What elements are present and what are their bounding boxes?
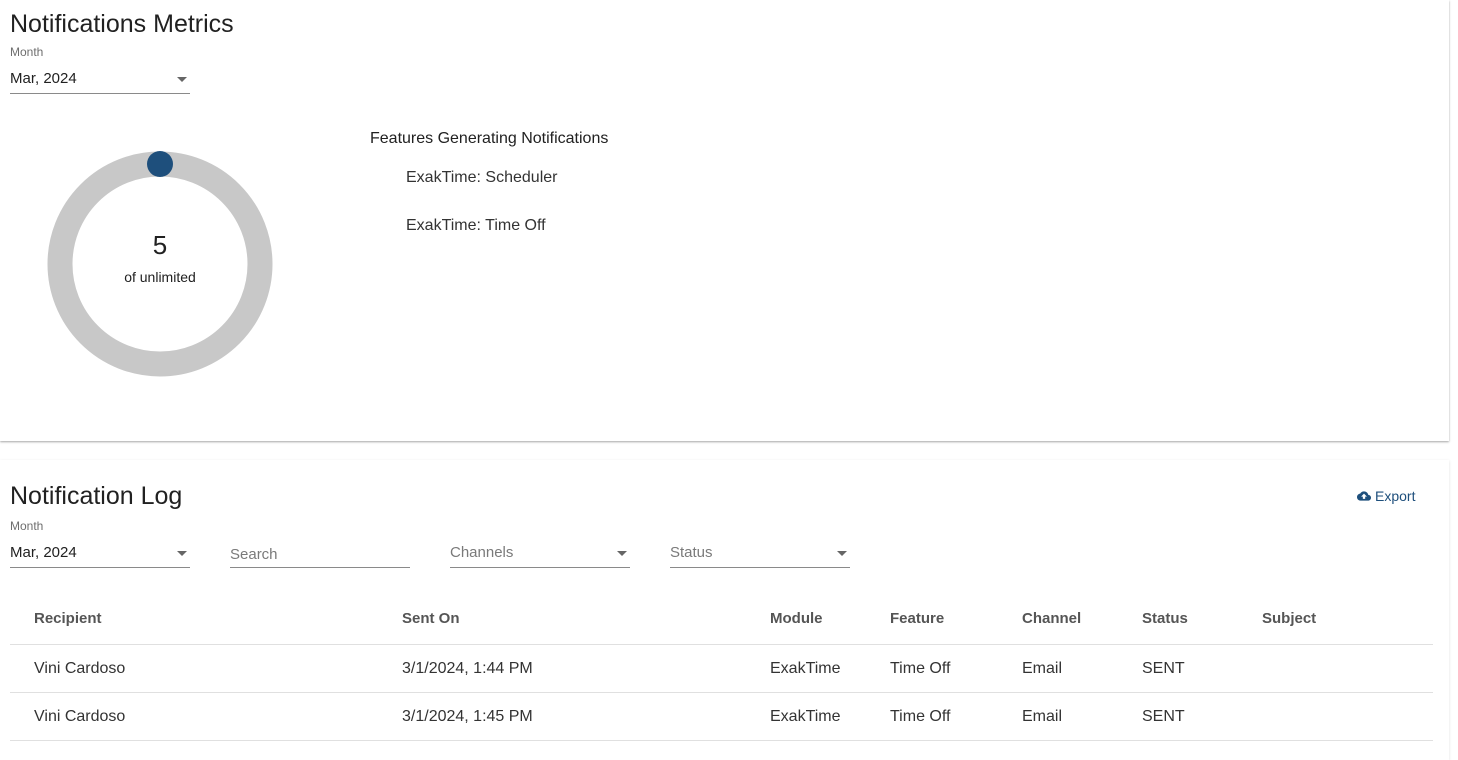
donut-chart: [47, 151, 273, 377]
metrics-card: Notifications Metrics Month Mar, 2024 5 …: [0, 0, 1449, 441]
export-label: Export: [1375, 488, 1416, 504]
status-placeholder: Status: [670, 544, 713, 561]
cell-module: ExakTime: [770, 644, 890, 693]
feature-item: ExakTime: Time Off: [406, 217, 546, 234]
cell-channel: Email: [1022, 692, 1142, 741]
column-header-status[interactable]: Status: [1142, 592, 1262, 645]
table-row[interactable]: Vini Cardoso 3/1/2024, 1:45 PM ExakTime …: [10, 692, 1433, 741]
export-button[interactable]: Export: [1357, 488, 1415, 504]
column-header-recipient[interactable]: Recipient: [10, 592, 402, 645]
cell-status: SENT: [1142, 692, 1262, 741]
search-field[interactable]: [230, 543, 410, 568]
cloud-upload-icon: [1357, 491, 1371, 501]
feature-item: ExakTime: Scheduler: [406, 169, 558, 186]
log-title: Notification Log: [10, 482, 183, 510]
column-header-feature[interactable]: Feature: [890, 592, 1022, 645]
channels-select[interactable]: Channels: [450, 543, 630, 568]
dropdown-arrow-icon: [177, 77, 187, 82]
log-month-label: Month: [10, 519, 44, 533]
notifications-donut: 5 of unlimited: [46, 150, 274, 378]
log-month-value: Mar, 2024: [10, 544, 77, 561]
metrics-month-select[interactable]: Month Mar, 2024: [10, 45, 190, 94]
notification-log-table: Recipient Sent On Module Feature Channel…: [10, 592, 1433, 741]
column-header-module[interactable]: Module: [770, 592, 890, 645]
cell-subject: [1262, 644, 1433, 693]
cell-channel: Email: [1022, 644, 1142, 693]
status-select[interactable]: Status: [670, 543, 850, 568]
donut-subtitle: of unlimited: [124, 269, 196, 285]
cell-subject: [1262, 692, 1433, 741]
cell-recipient: Vini Cardoso: [10, 692, 402, 741]
cell-status: SENT: [1142, 644, 1262, 693]
search-input[interactable]: [230, 543, 410, 565]
table-header-row: Recipient Sent On Module Feature Channel…: [10, 592, 1433, 645]
channels-placeholder: Channels: [450, 544, 514, 561]
dropdown-arrow-icon: [837, 551, 847, 556]
dropdown-arrow-icon: [177, 551, 187, 556]
metrics-month-value: Mar, 2024: [10, 70, 77, 87]
cell-sent-on: 3/1/2024, 1:44 PM: [402, 644, 770, 693]
metrics-title: Notifications Metrics: [10, 10, 234, 38]
cell-sent-on: 3/1/2024, 1:45 PM: [402, 692, 770, 741]
cell-module: ExakTime: [770, 692, 890, 741]
dropdown-arrow-icon: [617, 551, 627, 556]
features-title: Features Generating Notifications: [370, 130, 609, 147]
metrics-month-label: Month: [10, 45, 44, 59]
log-month-select[interactable]: Month Mar, 2024: [10, 519, 190, 568]
cell-feature: Time Off: [890, 692, 1022, 741]
table-row[interactable]: Vini Cardoso 3/1/2024, 1:44 PM ExakTime …: [10, 644, 1433, 693]
column-header-channel[interactable]: Channel: [1022, 592, 1142, 645]
column-header-subject[interactable]: Subject: [1262, 592, 1433, 645]
cell-recipient: Vini Cardoso: [10, 644, 402, 693]
cell-feature: Time Off: [890, 644, 1022, 693]
donut-ring: [47, 151, 273, 377]
donut-progress-dot: [147, 151, 173, 177]
column-header-sent-on[interactable]: Sent On: [402, 592, 770, 645]
donut-value: 5: [152, 230, 168, 260]
